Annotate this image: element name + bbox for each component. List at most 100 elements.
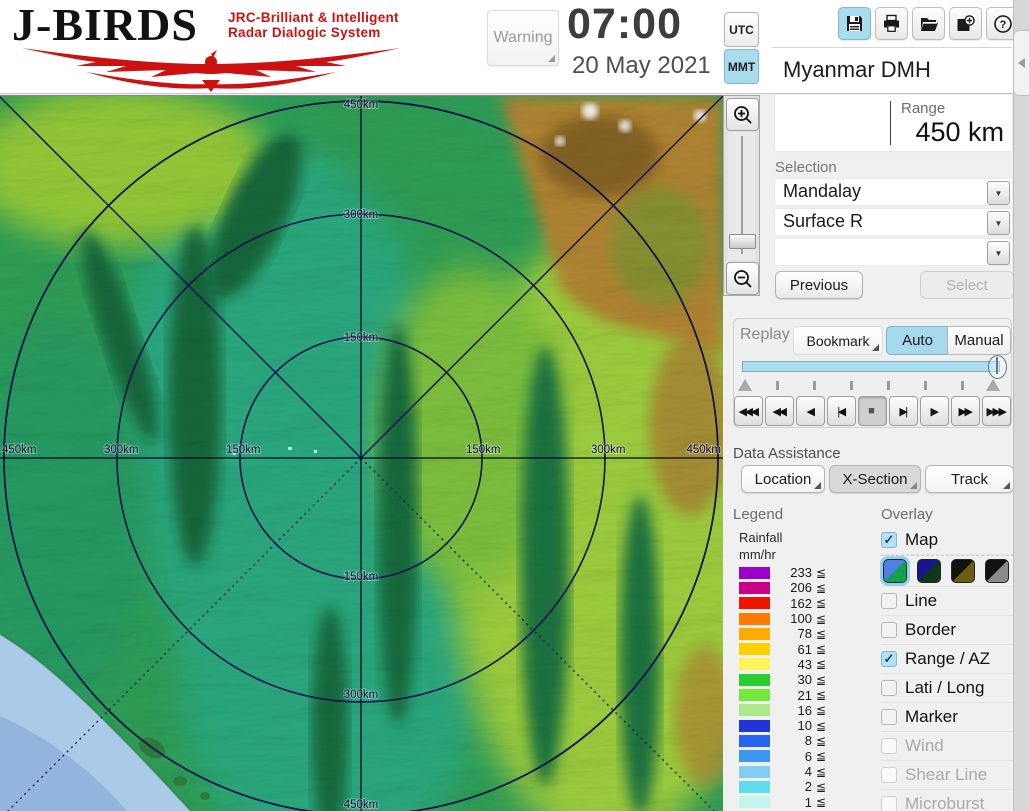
legend-label: Legend xyxy=(733,506,784,523)
previous-button[interactable]: Previous xyxy=(775,271,863,299)
timeline-end-marker[interactable] xyxy=(986,379,1000,391)
timeline-tick xyxy=(850,381,853,390)
range-ring-label: 450km xyxy=(344,799,379,811)
collapse-arrow-icon xyxy=(1018,58,1025,68)
legend-value: 21 xyxy=(797,687,812,703)
timeline-start-marker[interactable] xyxy=(738,379,752,391)
forward-button[interactable]: ▶▶ xyxy=(951,396,980,426)
legend-value: 30 xyxy=(797,672,812,688)
svg-text:?: ? xyxy=(999,19,1006,31)
select-button[interactable]: Select xyxy=(920,271,1014,299)
legend-row-61: 61 ≦ xyxy=(739,641,849,657)
forward-fast-button[interactable]: ▶▶▶ xyxy=(982,396,1011,426)
step-forward-button[interactable]: ▶| xyxy=(889,396,918,426)
manual-mode-button[interactable]: Manual xyxy=(947,326,1011,355)
save-icon xyxy=(847,16,862,31)
zoom-slider-thumb[interactable] xyxy=(729,234,756,249)
auto-label: Auto xyxy=(902,332,933,349)
panel-collapse-tab[interactable] xyxy=(1013,30,1029,96)
logo-tagline-line2: Radar Dialogic System xyxy=(228,25,381,40)
x-section-button[interactable]: X-Section xyxy=(829,465,921,493)
legend-row-100: 100 ≦ xyxy=(739,611,849,626)
zoom-out-button[interactable] xyxy=(726,262,759,295)
map-style-black-gray[interactable] xyxy=(985,559,1009,583)
auto-mode-button[interactable]: Auto xyxy=(886,326,949,355)
timeline-tick xyxy=(813,381,816,390)
play-button[interactable]: ▶ xyxy=(920,396,949,426)
print-button[interactable] xyxy=(875,7,908,40)
replay-timeline-track[interactable] xyxy=(742,361,1000,372)
map-style-black-olive[interactable] xyxy=(951,559,975,583)
checkbox-line[interactable] xyxy=(881,593,897,609)
overlay-item-map[interactable]: ✓ Map xyxy=(881,526,1014,555)
zoom-slider[interactable] xyxy=(728,132,756,260)
utc-label: UTC xyxy=(729,22,754,37)
overlay-item-marker[interactable]: Marker xyxy=(881,703,1014,732)
legend-lte-symbol: ≦ xyxy=(816,688,827,703)
overlay-item-label: Marker xyxy=(905,707,958,726)
rewind-button[interactable]: ◀◀ xyxy=(765,396,794,426)
bookmark-button[interactable]: Bookmark xyxy=(793,326,883,355)
checkbox-marker[interactable] xyxy=(881,709,897,725)
site-dropdown-arrow-icon[interactable]: ▼ xyxy=(987,181,1010,205)
overlay-item-wind: Wind xyxy=(881,732,1014,761)
range-ring-label: 450km xyxy=(686,444,721,456)
timezone-utc-button[interactable]: UTC xyxy=(724,12,759,47)
range-ring-label: 300km xyxy=(344,209,379,221)
checkbox-range-az[interactable]: ✓ xyxy=(881,651,897,667)
print-icon xyxy=(884,14,899,32)
rewind-fast-button[interactable]: ◀◀◀ xyxy=(734,396,763,426)
zoom-in-button[interactable] xyxy=(726,98,759,131)
legend-lte-symbol: ≦ xyxy=(816,764,827,779)
stop-button[interactable]: ■ xyxy=(858,396,887,426)
snapshot-button[interactable] xyxy=(949,7,982,40)
legend-swatch xyxy=(739,719,770,732)
radar-map[interactable]: 450km 300km 150km 150km 300km 450km 450km 300km… xyxy=(0,95,723,811)
select-label: Select xyxy=(946,276,988,294)
overlay-item-line[interactable]: Line xyxy=(881,587,1014,616)
legend-row-2: 2 ≦ xyxy=(739,779,849,794)
legend-value: 6 xyxy=(804,748,812,764)
range-display: Range 450 km xyxy=(775,95,1012,151)
option-dropdown[interactable]: ▼ xyxy=(775,239,1012,265)
previous-label: Previous xyxy=(789,276,849,294)
warning-button[interactable]: Warning xyxy=(487,10,559,66)
checkbox-border[interactable] xyxy=(881,622,897,638)
legend-swatch xyxy=(739,658,770,671)
logo-tagline: JRC-Brilliant & Intelligent Radar Dialog… xyxy=(228,10,399,40)
legend-lte-symbol: ≦ xyxy=(816,795,827,810)
replay-timeline-handle[interactable] xyxy=(988,355,1007,379)
station-name-field[interactable]: Myanmar DMH xyxy=(775,52,1020,88)
checkbox-map[interactable]: ✓ xyxy=(881,532,897,548)
product-dropdown[interactable]: Surface R ▼ xyxy=(775,209,1012,235)
site-dropdown[interactable]: Mandalay ▼ xyxy=(775,179,1012,205)
legend-value: 162 xyxy=(790,595,812,611)
jbirds-window: J-BIRDS JRC-Brilliant & Intelligent Rada… xyxy=(0,0,1030,811)
selection-label: Selection xyxy=(775,159,837,176)
location-button[interactable]: Location xyxy=(741,465,825,493)
open-folder-button[interactable] xyxy=(912,7,945,40)
map-style-navy-darkgreen[interactable] xyxy=(917,559,941,583)
option-dropdown-arrow-icon[interactable]: ▼ xyxy=(987,241,1010,265)
legend-row-206: 206 ≦ xyxy=(739,580,849,595)
data-assistance-label: Data Assistance xyxy=(733,445,841,462)
station-name: Myanmar DMH xyxy=(783,57,931,82)
checkbox-lati-long[interactable] xyxy=(881,680,897,696)
track-button[interactable]: Track xyxy=(925,465,1014,493)
product-dropdown-arrow-icon[interactable]: ▼ xyxy=(987,211,1010,235)
map-style-blue-green[interactable] xyxy=(880,556,910,586)
back-button[interactable]: ◀ xyxy=(796,396,825,426)
step-back-button[interactable]: |◀ xyxy=(827,396,856,426)
legend-unit: mm/hr xyxy=(739,547,776,562)
overlay-item-lati-long[interactable]: Lati / Long xyxy=(881,674,1014,703)
save-button[interactable] xyxy=(838,7,871,40)
overlay-item-range-az[interactable]: ✓ Range / AZ xyxy=(881,645,1014,674)
overlay-item-border[interactable]: Border xyxy=(881,616,1014,645)
logo-tagline-line1: JRC-Brilliant & Intelligent xyxy=(228,10,399,25)
snapshot-icon xyxy=(957,14,975,31)
legend-unit-title: Rainfall xyxy=(739,530,783,545)
header-bar: J-BIRDS JRC-Brilliant & Intelligent Rada… xyxy=(0,0,1030,94)
timezone-mmt-button[interactable]: MMT xyxy=(724,49,759,84)
legend-swatch xyxy=(739,780,770,793)
panel-edge-strip xyxy=(1013,0,1030,811)
